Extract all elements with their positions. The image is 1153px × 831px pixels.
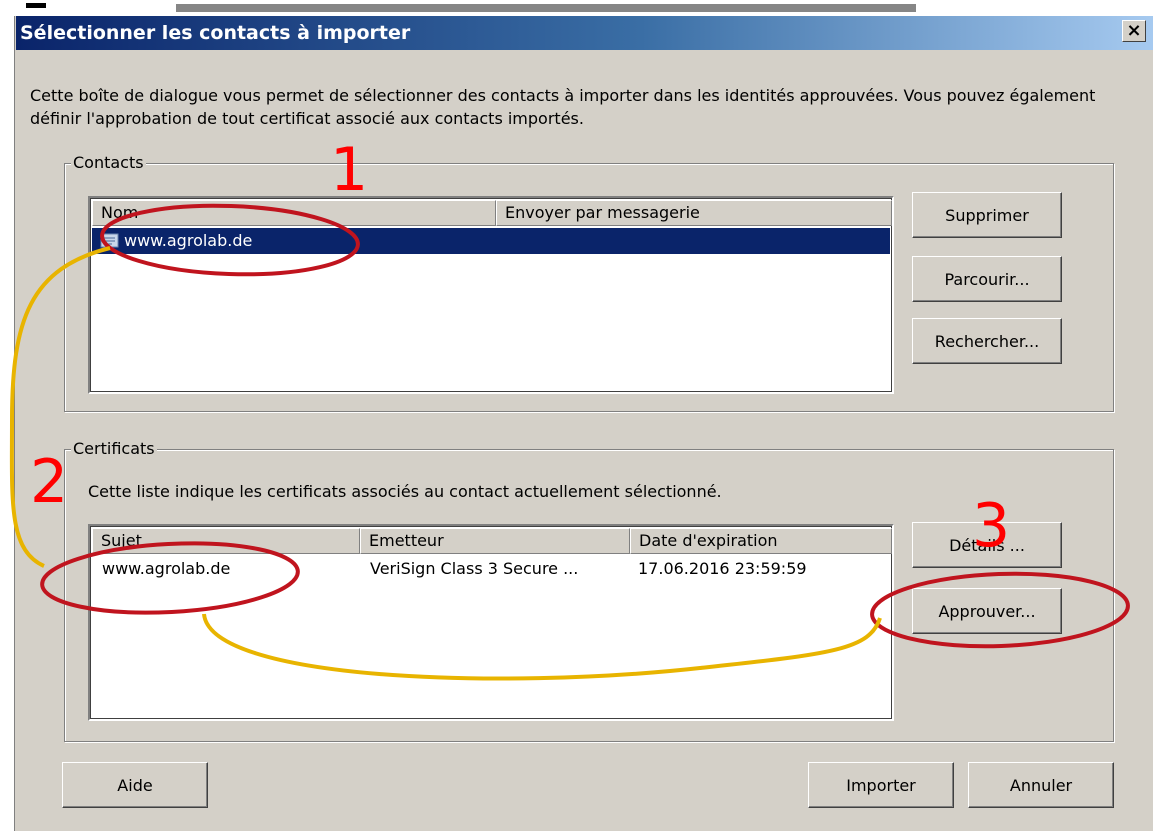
contacts-group-title: Contacts — [71, 152, 146, 174]
search-button[interactable]: Rechercher... — [912, 318, 1062, 364]
contact-row[interactable]: www.agrolab.de — [92, 228, 890, 254]
certificate-expiration: 17.06.2016 23:59:59 — [638, 559, 807, 578]
help-button[interactable]: Aide — [62, 762, 208, 808]
column-header-name[interactable]: Nom — [92, 200, 496, 226]
remove-button[interactable]: Supprimer — [912, 192, 1062, 238]
title-bar: Sélectionner les contacts à importer × — [16, 16, 1153, 50]
contact-card-icon — [100, 232, 120, 250]
certificates-group-title: Certificats — [71, 438, 157, 460]
column-header-issuer[interactable]: Emetteur — [360, 528, 630, 554]
cropped-text-fragment — [26, 3, 916, 12]
intro-text: Cette boîte de dialogue vous permet de s… — [30, 86, 1096, 128]
contacts-list-header: Nom Envoyer par messagerie — [92, 200, 892, 226]
certificates-list-header: Sujet Emetteur Date d'expiration — [92, 528, 892, 554]
certificate-issuer: VeriSign Class 3 Secure ... — [370, 559, 579, 578]
import-button[interactable]: Importer — [808, 762, 954, 808]
close-icon: × — [1126, 20, 1142, 41]
column-header-expiration[interactable]: Date d'expiration — [630, 528, 892, 554]
annotation-number-2: 2 — [30, 447, 69, 517]
certificate-subject: www.agrolab.de — [102, 559, 231, 578]
annotation-number-3: 3 — [972, 491, 1011, 561]
column-header-email[interactable]: Envoyer par messagerie — [496, 200, 892, 226]
close-button[interactable]: × — [1122, 20, 1146, 42]
cropped-background-fragment — [26, 0, 926, 12]
annotation-number-1: 1 — [330, 135, 369, 205]
certificates-description: Cette liste indique les certificats asso… — [88, 482, 722, 501]
dialog-title: Sélectionner les contacts à importer — [20, 22, 411, 44]
contact-name: www.agrolab.de — [124, 231, 253, 250]
certificates-list[interactable]: Sujet Emetteur Date d'expiration www.agr… — [88, 524, 894, 721]
approve-button[interactable]: Approuver... — [912, 588, 1062, 634]
contacts-list[interactable]: Nom Envoyer par messagerie www.agrolab.d… — [88, 196, 894, 394]
browse-button[interactable]: Parcourir... — [912, 256, 1062, 302]
certificate-row[interactable]: www.agrolab.de VeriSign Class 3 Secure .… — [92, 556, 890, 582]
column-header-subject[interactable]: Sujet — [92, 528, 360, 554]
cancel-button[interactable]: Annuler — [968, 762, 1114, 808]
